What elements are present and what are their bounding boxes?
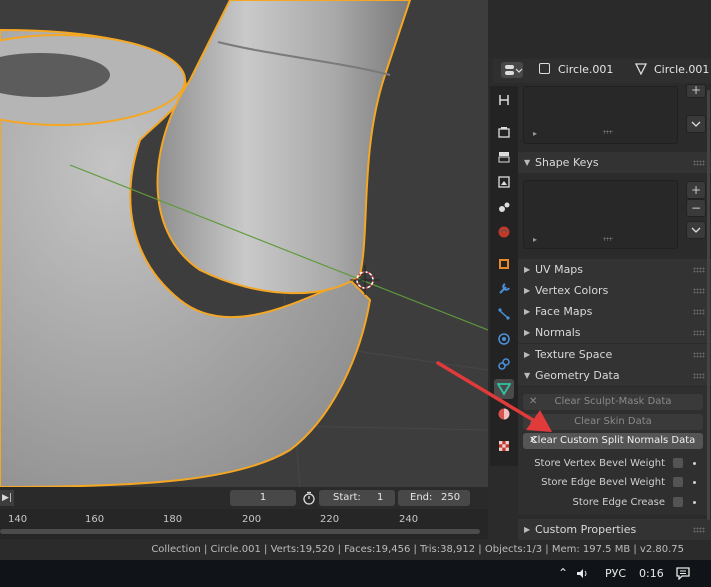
- vertex-groups-list[interactable]: [523, 86, 678, 144]
- shape-key-remove-button[interactable]: −: [686, 199, 706, 217]
- physics-icon: [498, 333, 510, 345]
- store-edge-crease-row: Store Edge Crease: [518, 493, 711, 512]
- wrench-icon: [499, 283, 510, 294]
- object-properties-icon: [499, 259, 509, 269]
- list-expand-icon[interactable]: ▸: [533, 235, 537, 244]
- panel-shape-keys[interactable]: ▼ Shape Keys: [518, 152, 711, 173]
- language-indicator[interactable]: РУС: [605, 560, 626, 587]
- tab-world[interactable]: [494, 222, 514, 242]
- store-vertex-bevel-weight-checkbox[interactable]: [673, 458, 683, 468]
- keyframe-dot-icon[interactable]: [693, 481, 696, 484]
- chevron-down-icon: [691, 227, 701, 233]
- store-vertex-bevel-weight-row: Store Vertex Bevel Weight: [518, 454, 711, 473]
- particles-icon: [498, 308, 510, 320]
- panel-uv-maps[interactable]: ▶ UV Maps: [518, 259, 711, 280]
- panel-collapsed-icon: ▶: [524, 328, 531, 337]
- shape-keys-list[interactable]: [523, 180, 678, 249]
- system-taskbar: ⌃ РУС 0:16: [0, 560, 711, 587]
- status-bar: Collection | Circle.001 | Verts:19,520 |…: [0, 540, 711, 560]
- frame-tick: 160: [85, 514, 105, 525]
- tool-icon: [499, 95, 509, 105]
- store-edge-bevel-weight-checkbox[interactable]: [673, 477, 683, 487]
- speaker-icon[interactable]: [576, 568, 589, 579]
- frame-tick: 200: [242, 514, 262, 525]
- panel-grip-icon[interactable]: [693, 160, 705, 166]
- shape-key-add-button[interactable]: +: [686, 181, 706, 199]
- keyframe-dot-icon[interactable]: [693, 501, 696, 504]
- panel-grip-icon[interactable]: [693, 288, 705, 294]
- panel-vertex-colors[interactable]: ▶ Vertex Colors: [518, 280, 711, 301]
- tab-particles[interactable]: [494, 304, 514, 324]
- list-resize-handle[interactable]: [603, 130, 613, 134]
- chevron-down-icon: [691, 121, 701, 127]
- vertex-group-add-button[interactable]: +: [686, 84, 706, 98]
- panel-grip-icon[interactable]: [693, 373, 705, 379]
- panel-expanded-icon: ▼: [524, 158, 531, 167]
- tab-modifiers[interactable]: [494, 279, 514, 299]
- panel-face-maps[interactable]: ▶ Face Maps: [518, 301, 711, 322]
- panel-grip-icon[interactable]: [693, 527, 705, 533]
- store-edge-bevel-weight-row: Store Edge Bevel Weight: [518, 473, 711, 492]
- list-resize-handle[interactable]: [603, 237, 613, 241]
- stopwatch-icon[interactable]: [302, 491, 316, 505]
- panel-normals[interactable]: ▶ Normals: [518, 322, 711, 343]
- properties-top-strip: [488, 0, 711, 57]
- panel-collapsed-icon: ▶: [524, 265, 531, 274]
- panel-grip-icon[interactable]: [693, 309, 705, 315]
- frame-tick: 220: [320, 514, 340, 525]
- notifications-icon[interactable]: [676, 567, 690, 580]
- keyframe-dot-icon[interactable]: [693, 462, 696, 465]
- vertex-group-menu-button[interactable]: [686, 115, 706, 133]
- render-icon: [498, 127, 510, 138]
- tab-physics[interactable]: [494, 329, 514, 349]
- list-expand-icon[interactable]: ▸: [533, 129, 537, 138]
- world-icon: [498, 226, 510, 238]
- view-layer-icon: [498, 176, 510, 188]
- current-frame-field[interactable]: 1: [230, 490, 296, 506]
- properties-editor-icon: [505, 65, 523, 75]
- frame-tick: 140: [8, 514, 28, 525]
- frame-tick: 240: [399, 514, 419, 525]
- timeline-scrollbar[interactable]: [0, 529, 480, 534]
- panel-grip-icon[interactable]: [693, 352, 705, 358]
- end-frame-field[interactable]: End: 250: [398, 490, 470, 506]
- viewport-scene: [0, 0, 488, 487]
- frame-tick: 180: [163, 514, 183, 525]
- tab-scene[interactable]: [494, 197, 514, 217]
- output-icon: [498, 152, 510, 163]
- panel-grip-icon[interactable]: [693, 330, 705, 336]
- mesh-name[interactable]: Circle.001: [654, 61, 709, 79]
- clock[interactable]: 0:16: [639, 560, 664, 587]
- mesh-data-icon: [635, 63, 647, 75]
- panel-collapsed-icon: ▶: [524, 307, 531, 316]
- jump-end-icon[interactable]: ▶|: [0, 490, 14, 506]
- properties-header: Circle.001 Circle.001: [493, 59, 711, 83]
- object-icon: [539, 63, 550, 74]
- store-edge-crease-checkbox[interactable]: [673, 497, 683, 507]
- panel-collapsed-icon: ▶: [524, 525, 531, 534]
- scene-statistics: Collection | Circle.001 | Verts:19,520 |…: [151, 544, 684, 555]
- chevron-up-icon[interactable]: ⌃: [558, 560, 568, 587]
- start-frame-field[interactable]: Start: 1: [319, 490, 395, 506]
- tab-output[interactable]: [494, 147, 514, 167]
- properties-scrollbar[interactable]: [707, 90, 710, 520]
- scene-icon: [499, 202, 510, 212]
- tab-tool[interactable]: [494, 90, 514, 110]
- tab-object[interactable]: [494, 254, 514, 274]
- annotation-arrow-icon: [436, 361, 552, 432]
- editor-type-button[interactable]: [501, 62, 523, 78]
- 3d-viewport[interactable]: [0, 0, 488, 487]
- tab-render[interactable]: [494, 122, 514, 142]
- shape-key-menu-button[interactable]: [686, 221, 706, 239]
- tab-view-layer[interactable]: [494, 172, 514, 192]
- panel-collapsed-icon: ▶: [524, 286, 531, 295]
- object-name[interactable]: Circle.001: [558, 61, 613, 79]
- panel-grip-icon[interactable]: [693, 267, 705, 273]
- panel-custom-properties[interactable]: ▶ Custom Properties: [518, 519, 711, 540]
